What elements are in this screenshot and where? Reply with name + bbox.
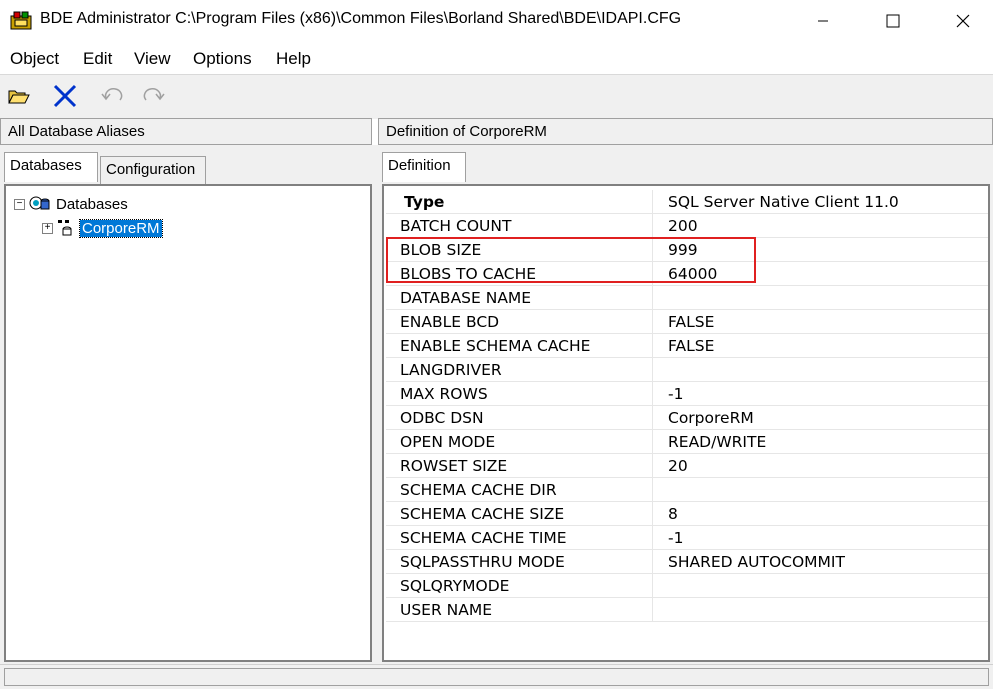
property-name: SCHEMA CACHE SIZE	[386, 501, 653, 526]
property-value[interactable]	[652, 357, 988, 382]
property-name: SCHEMA CACHE DIR	[386, 477, 653, 502]
property-value[interactable]: FALSE	[652, 309, 988, 334]
property-name: ENABLE SCHEMA CACHE	[386, 333, 653, 358]
property-name: ROWSET SIZE	[386, 453, 653, 478]
property-value[interactable]: 8	[652, 501, 988, 526]
property-value[interactable]	[652, 573, 988, 598]
undo-icon	[101, 88, 123, 101]
property-value[interactable]: SHARED AUTOCOMMIT	[652, 549, 988, 574]
property-value[interactable]: 20	[652, 453, 988, 478]
property-value[interactable]: CorporeRM	[652, 405, 988, 430]
definition-row[interactable]: SQLPASSTHRU MODE SHARED AUTOCOMMIT	[386, 549, 988, 574]
bde-app-icon	[10, 10, 32, 30]
close-button[interactable]	[940, 0, 986, 42]
highlight-annotation	[386, 237, 756, 283]
property-value[interactable]: SQL Server Native Client 11.0	[652, 190, 988, 214]
property-name: Type	[386, 190, 653, 214]
definition-row[interactable]: BATCH COUNT 200	[386, 213, 988, 238]
close-icon	[956, 14, 970, 28]
property-value[interactable]: -1	[652, 381, 988, 406]
definition-row[interactable]: SCHEMA CACHE DIR	[386, 477, 988, 502]
databases-icon	[29, 196, 50, 210]
definition-row[interactable]: ODBC DSN CorporeRM	[386, 405, 988, 430]
database-tree[interactable]: − Databases + CorporeRM	[4, 184, 372, 662]
maximize-button[interactable]	[870, 0, 916, 42]
open-button[interactable]	[6, 83, 32, 109]
definition-row[interactable]: ENABLE BCD FALSE	[386, 309, 988, 334]
definition-row[interactable]: MAX ROWS -1	[386, 381, 988, 406]
property-name: SQLPASSTHRU MODE	[386, 549, 653, 574]
tree-label-databases: Databases	[56, 195, 128, 213]
property-name: LANGDRIVER	[386, 357, 653, 382]
property-name: OPEN MODE	[386, 429, 653, 454]
property-name: SQLQRYMODE	[386, 573, 653, 598]
definition-row[interactable]: SCHEMA CACHE TIME -1	[386, 525, 988, 550]
redo-icon	[143, 88, 165, 101]
tab-databases[interactable]: Databases	[4, 152, 98, 182]
definition-row[interactable]: ROWSET SIZE 20	[386, 453, 988, 478]
menu-bar: Object Edit View Options Help	[0, 43, 993, 75]
property-name: BATCH COUNT	[386, 213, 653, 238]
database-alias-icon	[58, 220, 72, 236]
property-value[interactable]	[652, 597, 988, 622]
property-name: ENABLE BCD	[386, 309, 653, 334]
open-folder-icon	[8, 90, 30, 104]
tab-definition[interactable]: Definition	[382, 152, 466, 182]
title-bar: BDE Administrator C:\Program Files (x86)…	[0, 0, 993, 42]
toolbar	[0, 74, 993, 119]
tab-configuration[interactable]: Configuration	[100, 156, 206, 184]
menu-edit[interactable]: Edit	[83, 49, 112, 69]
window-title: BDE Administrator C:\Program Files (x86)…	[40, 10, 682, 27]
menu-object[interactable]: Object	[10, 49, 59, 69]
property-value[interactable]	[652, 477, 988, 502]
definition-row[interactable]: USER NAME	[386, 597, 988, 622]
definition-row[interactable]: SQLQRYMODE	[386, 573, 988, 598]
property-name: USER NAME	[386, 597, 653, 622]
minimize-icon	[818, 20, 828, 22]
definition-row[interactable]: SCHEMA CACHE SIZE 8	[386, 501, 988, 526]
tree-label-corporerm: CorporeRM	[79, 218, 163, 238]
property-value[interactable]: READ/WRITE	[652, 429, 988, 454]
definition-row[interactable]: DATABASE NAME	[386, 285, 988, 310]
property-value[interactable]: -1	[652, 525, 988, 550]
property-name: MAX ROWS	[386, 381, 653, 406]
left-pane-header: All Database Aliases	[0, 118, 372, 145]
property-value[interactable]: 200	[652, 213, 988, 238]
menu-help[interactable]: Help	[276, 49, 311, 69]
definition-row[interactable]: ENABLE SCHEMA CACHE FALSE	[386, 333, 988, 358]
redo-button[interactable]	[140, 83, 166, 109]
status-pane	[4, 668, 989, 686]
tree-node-databases[interactable]: − Databases	[14, 194, 128, 214]
minimize-button[interactable]	[800, 0, 846, 42]
expand-icon[interactable]: +	[42, 222, 53, 234]
definition-row[interactable]: LANGDRIVER	[386, 357, 988, 382]
delete-button[interactable]	[52, 83, 78, 109]
property-name: ODBC DSN	[386, 405, 653, 430]
right-pane-header: Definition of CorporeRM	[378, 118, 993, 145]
property-value[interactable]	[652, 285, 988, 310]
menu-options[interactable]: Options	[193, 49, 252, 69]
undo-button[interactable]	[100, 83, 126, 109]
status-bar	[0, 664, 993, 689]
property-name: DATABASE NAME	[386, 285, 653, 310]
property-name: SCHEMA CACHE TIME	[386, 525, 653, 550]
definition-row[interactable]: Type SQL Server Native Client 11.0	[386, 190, 988, 214]
collapse-icon[interactable]: −	[14, 198, 25, 210]
menu-view[interactable]: View	[134, 49, 171, 69]
tree-node-corporerm[interactable]: + CorporeRM	[42, 218, 163, 238]
definition-row[interactable]: OPEN MODE READ/WRITE	[386, 429, 988, 454]
delete-icon	[53, 84, 77, 108]
property-value[interactable]: FALSE	[652, 333, 988, 358]
maximize-icon	[886, 14, 900, 28]
